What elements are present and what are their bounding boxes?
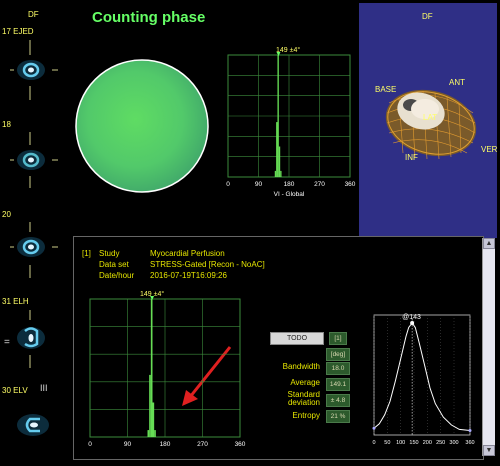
top-hist-bar xyxy=(278,146,281,177)
std-deviation-value: ± 4.8 xyxy=(326,394,350,407)
info-dataset-key: Data set xyxy=(99,260,129,269)
info-study-key: Study xyxy=(99,249,120,258)
view3d-label-ver: VER xyxy=(481,145,497,154)
curve-tick-label: 250 xyxy=(436,440,445,446)
distribution-curve: @143 0 50 100 150 200 250 300 360 xyxy=(368,295,480,455)
view3d-label-ant: ANT xyxy=(449,78,465,87)
info-index: [1] xyxy=(82,249,91,258)
curve-peak-point xyxy=(410,321,415,325)
page-title: Counting phase xyxy=(92,9,206,26)
thumbnail-long-axis-2[interactable] xyxy=(17,414,49,436)
top-hist-tick-label: 180 xyxy=(284,181,295,188)
analysis-panel: [1] Study Myocardial Perfusion Data set … xyxy=(73,236,484,460)
bottom-hist-tick-label: 0 xyxy=(88,441,92,448)
top-hist-tick-label: 270 xyxy=(314,181,325,188)
top-hist-tick-label: 0 xyxy=(226,181,230,188)
bandwidth-label: Bandwidth xyxy=(282,362,320,371)
bottom-hist-tick-label: 270 xyxy=(197,441,208,448)
bottom-hist-bar xyxy=(154,430,156,437)
curve-frame xyxy=(373,314,471,436)
top-hist-bar xyxy=(280,170,282,177)
info-datehour-value: 2016-07-19T16:09:26 xyxy=(150,271,227,280)
thumbnail-long-axis-1[interactable] xyxy=(17,327,45,349)
bottom-hist-tick-label: 90 xyxy=(124,441,132,448)
bottom-hist-bar xyxy=(147,430,150,437)
info-study-value: Myocardial Perfusion xyxy=(150,249,225,258)
bottom-histogram: 149 ±4° 0 90 180 270 360 xyxy=(80,287,250,455)
scroll-up-arrow-icon[interactable]: ▲ xyxy=(483,238,495,249)
view3d-label-inf: INF xyxy=(405,153,418,162)
top-histogram: 149 ±4° 0 90 180 270 360 VI - Global xyxy=(222,46,356,202)
curve-tick-label: 300 xyxy=(449,440,458,446)
top-hist-bar xyxy=(274,170,277,177)
view3d-label-df: DF xyxy=(422,12,433,21)
average-value: 149.1 xyxy=(326,378,350,391)
top-hist-bar xyxy=(277,55,279,177)
info-datehour-key: Date/hour xyxy=(99,271,135,280)
entropy-label: Entropy xyxy=(292,411,320,420)
todo-button[interactable]: TODO xyxy=(270,332,324,345)
bottom-histogram-svg: 149 ±4° 0 90 180 270 360 xyxy=(88,290,246,448)
average-label: Average xyxy=(290,378,320,387)
thumbnail-short-axis-3[interactable] xyxy=(17,237,45,257)
curve-tick-label: 0 xyxy=(372,440,375,446)
info-dataset-value: STRESS-Gated [Recon - NoAC] xyxy=(150,260,265,269)
curve-tick-label: 360 xyxy=(465,440,474,446)
vertical-scrollbar[interactable]: ▲ ▼ xyxy=(482,238,495,456)
top-hist-tick-label: 360 xyxy=(345,181,356,188)
curve-tick-label: 150 xyxy=(409,440,418,446)
bandwidth-value: 18.0 xyxy=(326,362,350,375)
unit-value: [deg] xyxy=(326,348,350,361)
red-arrow-annotation xyxy=(182,346,232,406)
curve-tick-label: 100 xyxy=(396,440,405,446)
view3d-label-lat: LAT xyxy=(423,113,437,122)
curve-start-point xyxy=(372,426,376,430)
distribution-curve-svg: @143 0 50 100 150 200 250 300 360 xyxy=(372,314,474,446)
curve-tick-label: 200 xyxy=(423,440,432,446)
top-histogram-svg: 149 ±4° 0 90 180 270 360VI - Global xyxy=(226,46,356,198)
thumbnail-short-axis-2[interactable] xyxy=(17,150,45,170)
bottom-hist-bar xyxy=(149,374,151,437)
heart-3d-svg: DF BASE ANT LAT INF VER xyxy=(375,12,498,162)
polar-map-disk xyxy=(75,59,209,193)
bottom-hist-bar xyxy=(152,402,155,437)
sidebar-thumbnails xyxy=(10,40,58,436)
scroll-down-arrow-icon[interactable]: ▼ xyxy=(483,445,495,456)
bottom-hist-tick-label: 180 xyxy=(160,441,171,448)
view3d-label-base: BASE xyxy=(375,85,396,94)
top-hist-tick-label: 90 xyxy=(255,181,263,188)
thumbnail-short-axis-1[interactable] xyxy=(17,60,45,80)
curve-line xyxy=(373,322,471,431)
bottom-hist-bar xyxy=(150,299,153,437)
heart-3d-view[interactable]: DF BASE ANT LAT INF VER xyxy=(359,3,498,238)
curve-tick-label: 50 xyxy=(384,440,390,446)
todo-value: [1] xyxy=(329,332,347,345)
bottom-hist-tick-label: 360 xyxy=(235,441,246,448)
entropy-value: 21 % xyxy=(326,410,350,423)
top-hist-xlabel: VI - Global xyxy=(274,191,305,198)
curve-end-point xyxy=(468,429,472,433)
top-hist-bar xyxy=(276,122,278,177)
std-deviation-label: Standard deviation xyxy=(287,390,320,407)
